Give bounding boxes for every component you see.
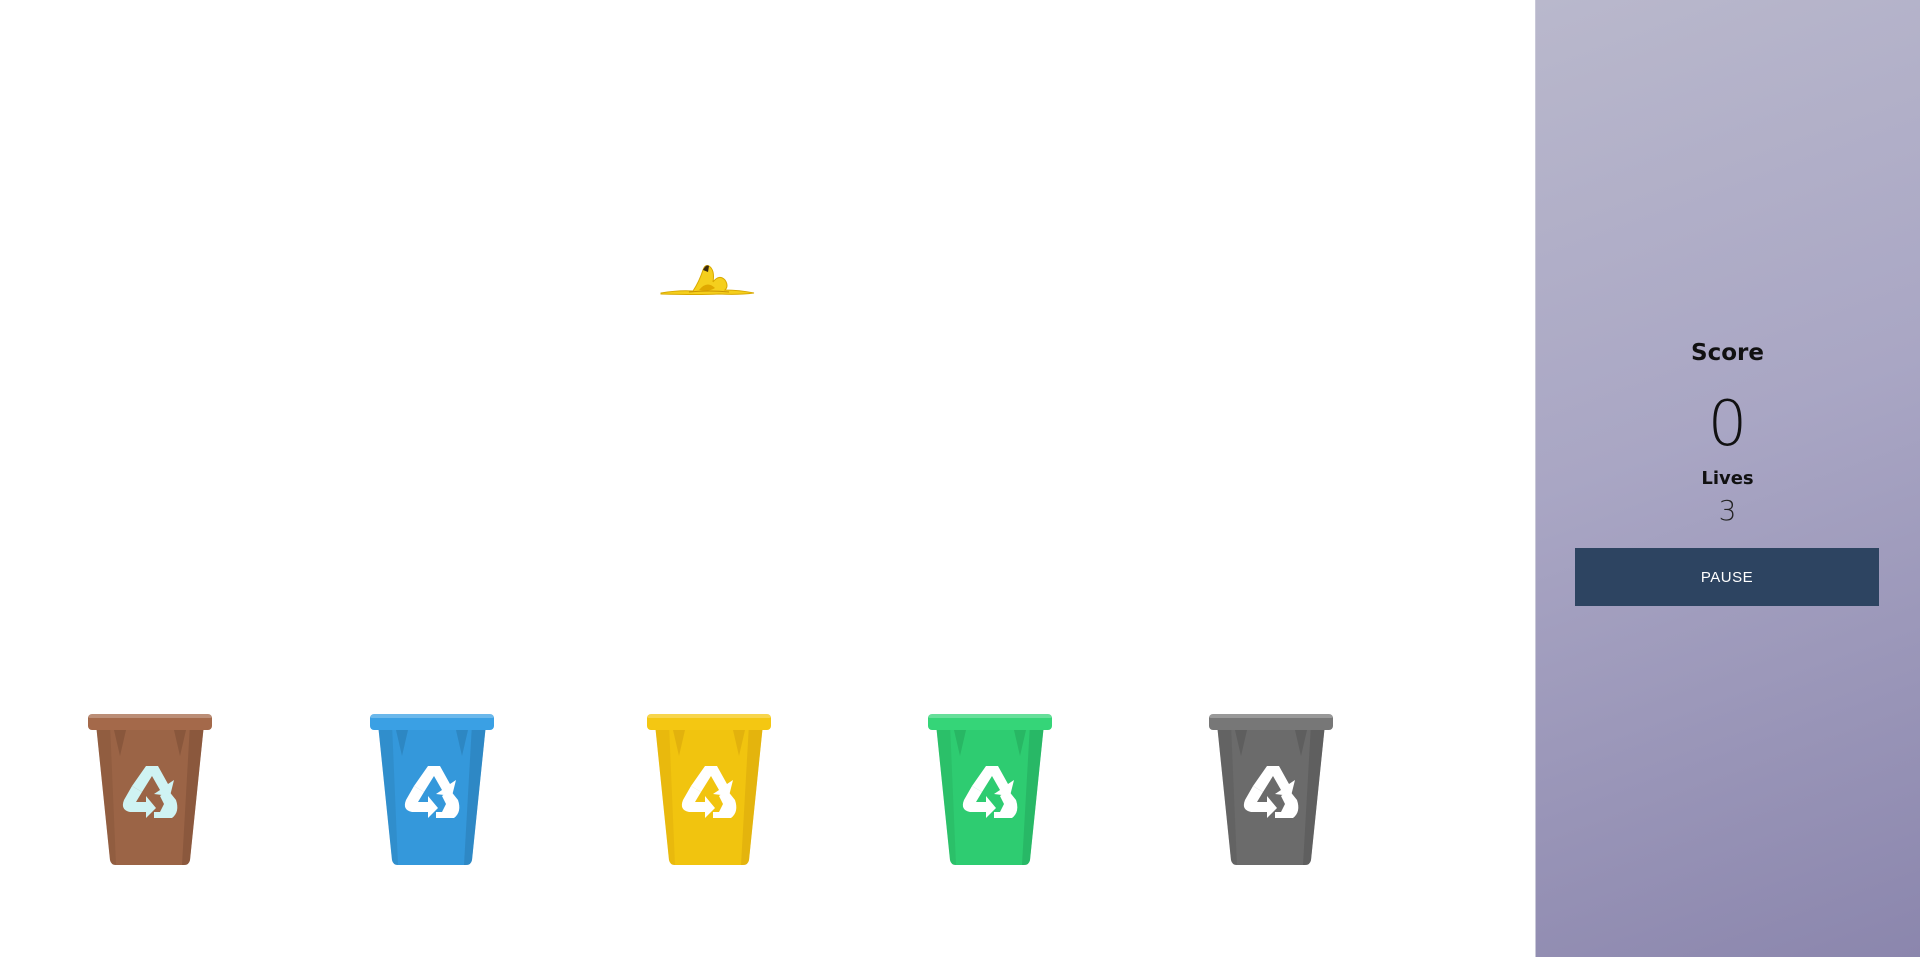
recycle-bin-graphic <box>647 714 771 865</box>
recycle-bin-graphic <box>928 714 1052 865</box>
game-app: Score 0 Lives 3 PAUSE <box>0 0 1920 957</box>
brown-bin[interactable] <box>86 710 214 868</box>
green-bin[interactable] <box>926 710 1054 868</box>
gray-bin[interactable] <box>1207 710 1335 868</box>
recycle-bin-graphic <box>370 714 494 865</box>
score-value: 0 <box>1707 387 1748 460</box>
score-label: Score <box>1691 340 1764 366</box>
blue-bin[interactable] <box>368 710 496 868</box>
lives-value: 3 <box>1718 494 1737 527</box>
lives-label: Lives <box>1701 468 1754 489</box>
recycle-bin-graphic <box>88 714 212 865</box>
yellow-bin[interactable] <box>645 710 773 868</box>
banana-peel-icon[interactable] <box>659 260 755 296</box>
pause-button[interactable]: PAUSE <box>1575 548 1879 606</box>
score-sidebar: Score 0 Lives 3 PAUSE <box>1535 0 1920 957</box>
game-playfield[interactable] <box>0 0 1535 957</box>
recycle-bin-graphic <box>1209 714 1333 865</box>
